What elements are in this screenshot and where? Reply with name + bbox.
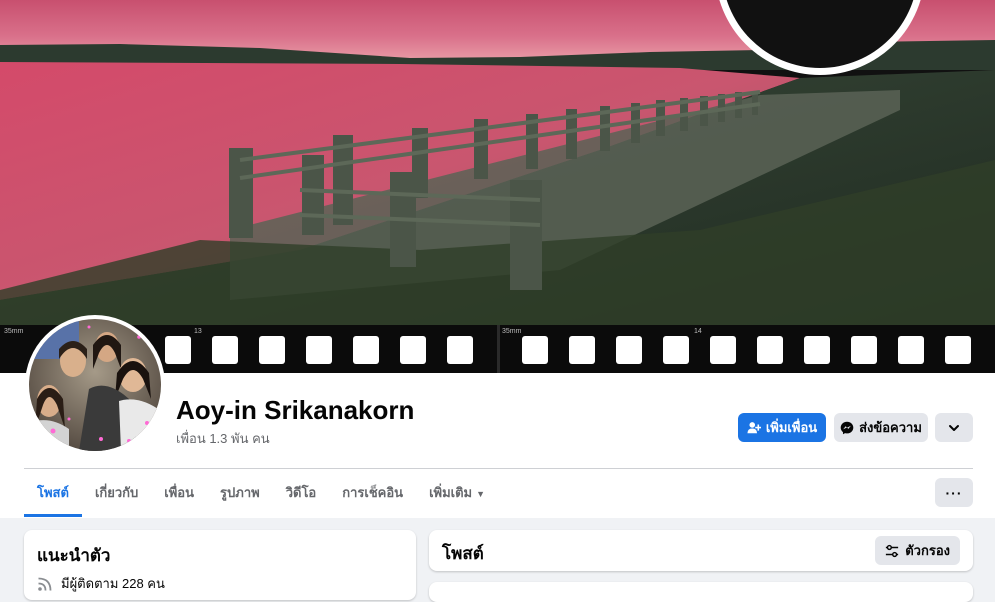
tab-photos[interactable]: รูปภาพ bbox=[207, 469, 273, 517]
film-label-right-mid: 14 bbox=[694, 328, 702, 335]
posts-title: โพสต์ bbox=[442, 544, 484, 563]
add-friend-icon bbox=[747, 421, 761, 433]
filter-label: ตัวกรอง bbox=[905, 543, 950, 558]
tab-videos[interactable]: วิดีโอ bbox=[273, 469, 330, 517]
tab-friends[interactable]: เพื่อน bbox=[151, 469, 207, 517]
cover-photo[interactable]: 35mm 13 35mm 14 bbox=[0, 0, 995, 373]
film-label-left: 35mm bbox=[4, 328, 24, 335]
rss-icon bbox=[38, 577, 52, 591]
intro-title: แนะนำตัว bbox=[37, 546, 111, 565]
post-card bbox=[429, 582, 973, 602]
filter-button[interactable]: ตัวกรอง bbox=[875, 536, 960, 565]
profile-avatar[interactable] bbox=[25, 315, 165, 455]
friends-count[interactable]: เพื่อน 1.3 พัน คน bbox=[176, 428, 270, 449]
avatar-image bbox=[29, 319, 161, 451]
add-friend-button[interactable]: เพิ่มเพื่อน bbox=[738, 413, 826, 442]
filter-icon bbox=[886, 544, 899, 557]
followers-count: มีผู้ติดตาม 228 คน bbox=[61, 576, 165, 591]
tab-more[interactable]: เพิ่มเติม ▼ bbox=[416, 469, 498, 517]
posts-header-card: โพสต์ ตัวกรอง bbox=[429, 530, 973, 571]
tab-posts[interactable]: โพสต์ bbox=[24, 469, 82, 517]
intro-card: แนะนำตัว มีผู้ติดตาม 228 คน bbox=[24, 530, 416, 600]
ellipsis-icon: ··· bbox=[945, 484, 963, 501]
profile-name: Aoy-in Srikanakorn bbox=[176, 395, 415, 425]
profile-tabs: โพสต์ เกี่ยวกับ เพื่อน รูปภาพ วิดีโอ การ… bbox=[24, 469, 498, 517]
followers-row: มีผู้ติดตาม 228 คน bbox=[37, 573, 165, 594]
tab-more-label: เพิ่มเติม bbox=[429, 485, 473, 500]
profile-options-dropdown[interactable] bbox=[935, 413, 973, 442]
chevron-down-icon bbox=[949, 424, 959, 431]
message-button[interactable]: ส่งข้อความ bbox=[834, 413, 928, 442]
tab-checkins[interactable]: การเช็คอิน bbox=[329, 469, 416, 517]
more-options-button[interactable]: ··· bbox=[935, 478, 973, 507]
cover-image: 35mm 13 35mm 14 bbox=[0, 0, 995, 373]
messenger-icon bbox=[840, 421, 854, 434]
tab-about[interactable]: เกี่ยวกับ bbox=[82, 469, 151, 517]
film-label-mid: 13 bbox=[194, 328, 202, 335]
film-label-right: 35mm bbox=[502, 328, 522, 335]
caret-down-icon: ▼ bbox=[476, 489, 486, 499]
add-friend-label: เพิ่มเพื่อน bbox=[765, 420, 818, 435]
message-label: ส่งข้อความ bbox=[859, 420, 922, 435]
